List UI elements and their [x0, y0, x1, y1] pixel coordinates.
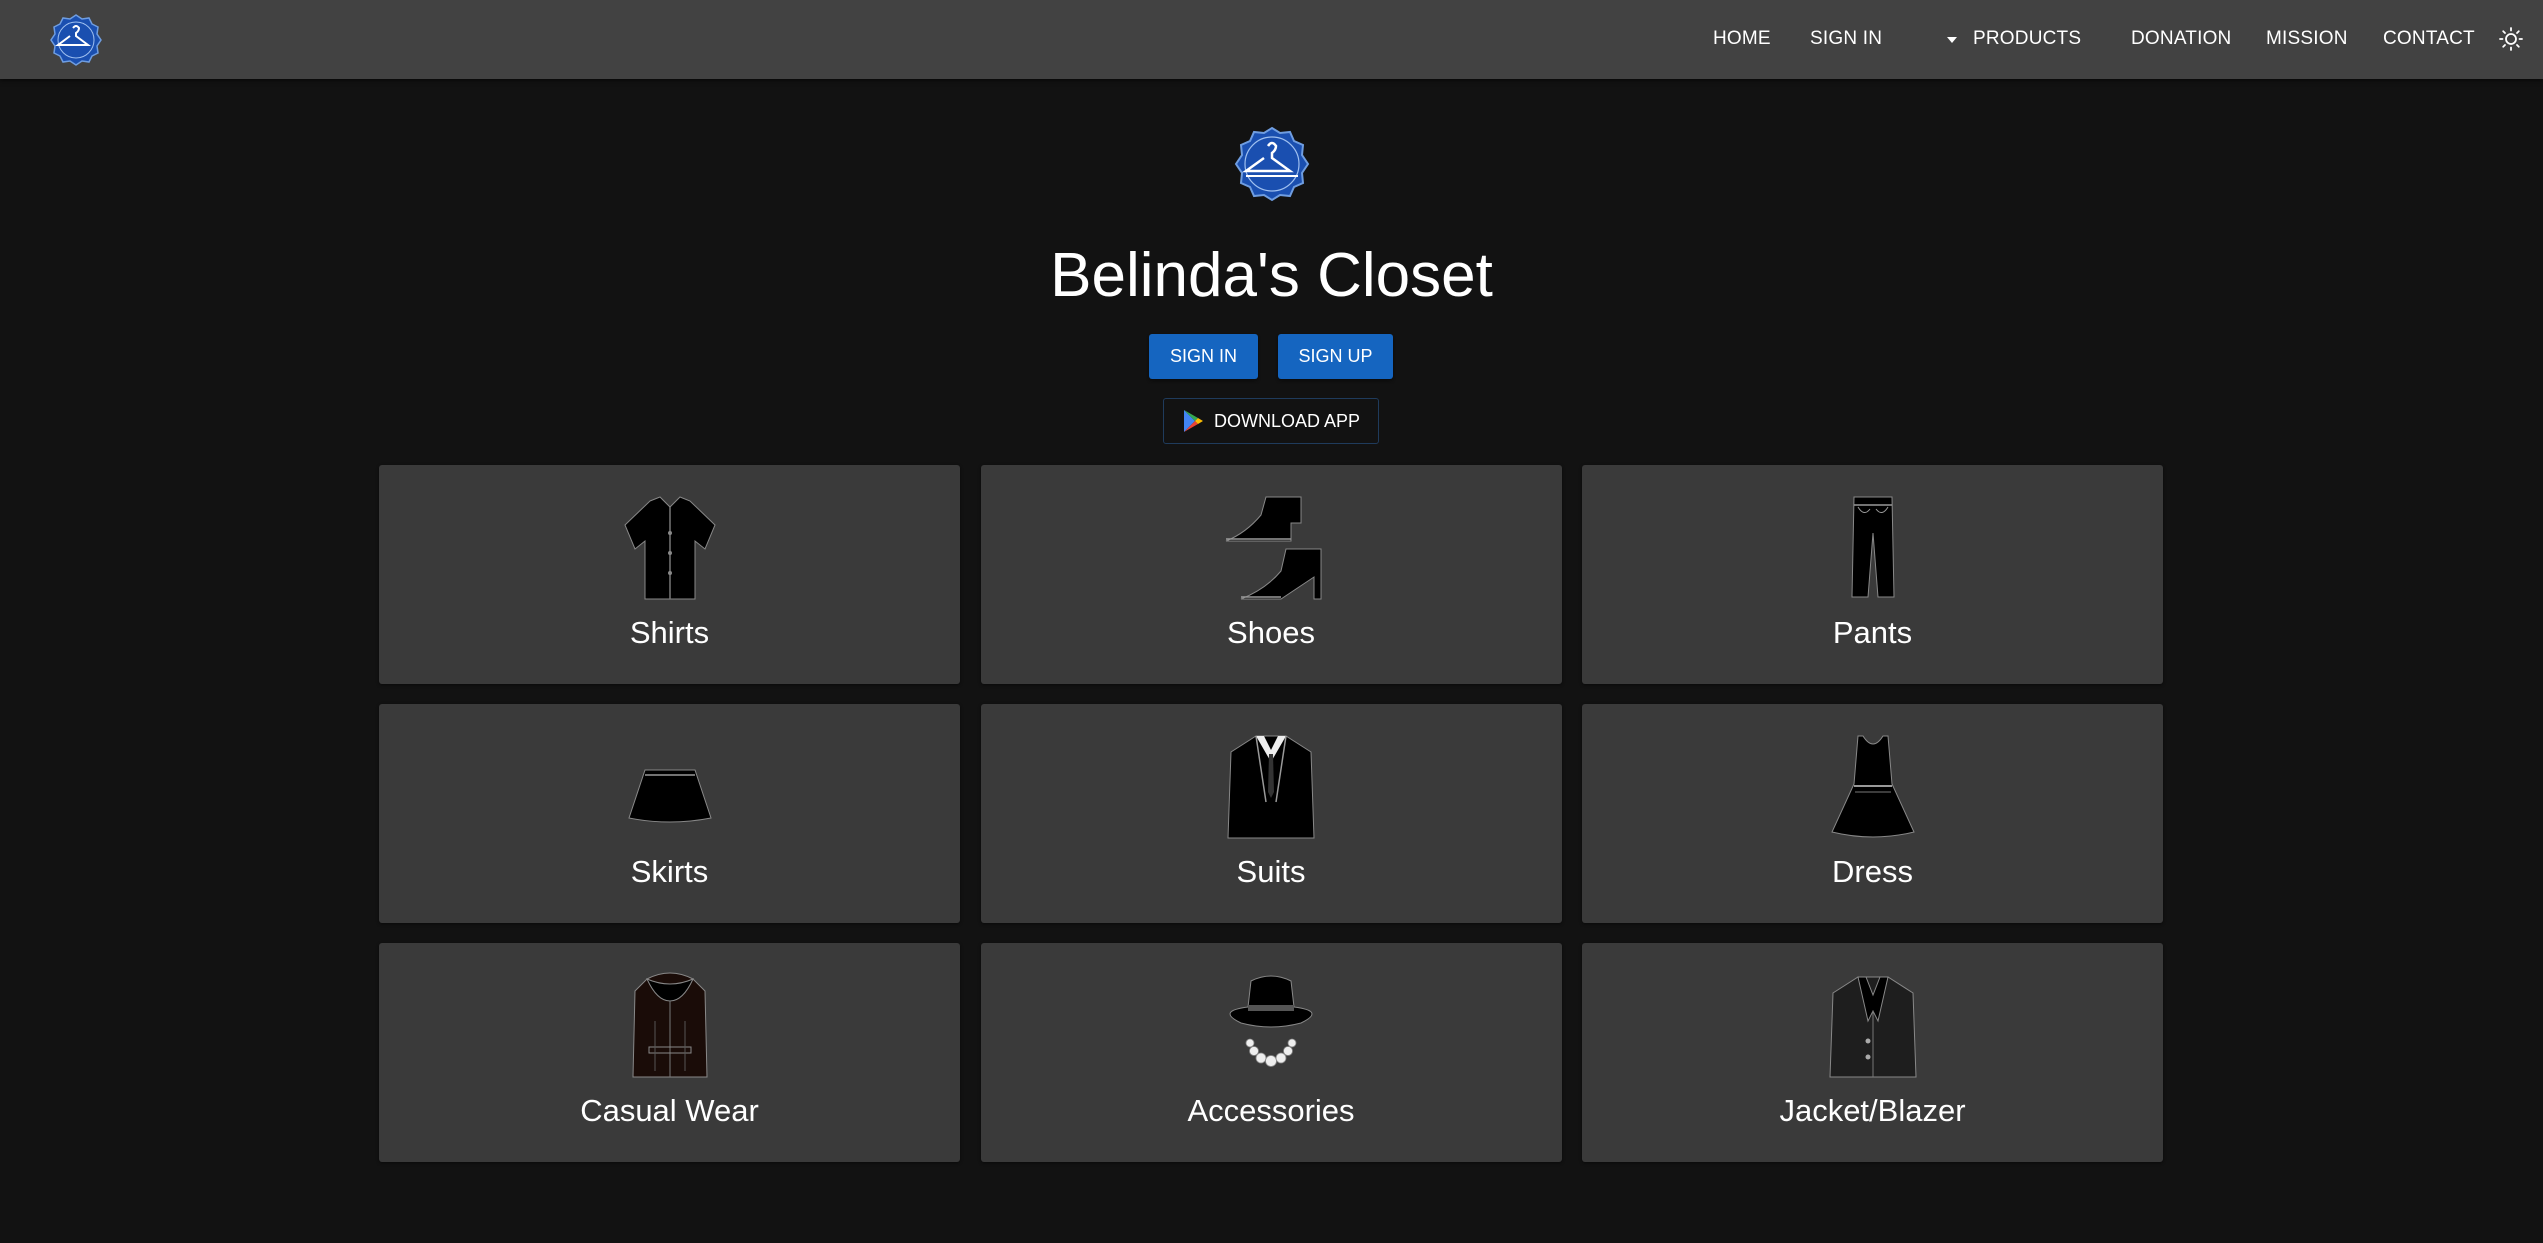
- sun-icon[interactable]: [2498, 26, 2524, 52]
- pants-icon: [1850, 496, 1895, 598]
- jacket-icon: [631, 972, 708, 1078]
- category-label: Shoes: [1227, 615, 1315, 650]
- hanger-logo-icon[interactable]: [48, 12, 104, 68]
- download-app-label: DOWNLOAD APP: [1213, 410, 1361, 431]
- nav-contact-link[interactable]: CONTACT: [2383, 28, 2475, 50]
- sign-up-button[interactable]: SIGN UP: [1278, 334, 1393, 379]
- dress-icon: [1830, 735, 1915, 838]
- suit-icon: [1227, 735, 1315, 839]
- category-label: Skirts: [630, 854, 709, 889]
- nav-donation-link[interactable]: DONATION: [2131, 28, 2231, 50]
- category-label: Accessories: [1187, 1093, 1355, 1128]
- category-card-shirts[interactable]: Shirts: [379, 465, 960, 684]
- download-app-button[interactable]: DOWNLOAD APP: [1163, 398, 1379, 444]
- nav-mission-link[interactable]: MISSION: [2266, 28, 2348, 50]
- blazer-icon: [1828, 976, 1917, 1078]
- google-play-icon: [1183, 410, 1203, 432]
- category-card-skirts[interactable]: Skirts: [379, 704, 960, 923]
- hat-necklace-icon: [1229, 975, 1313, 1067]
- category-label: Pants: [1832, 615, 1913, 650]
- shirt-icon: [623, 496, 716, 600]
- category-grid: Shirts Shoes Pants Skirts Suits Dress Ca…: [379, 465, 2163, 1162]
- page-title: Belinda's Closet: [1050, 241, 1493, 310]
- category-label: Suits: [1236, 854, 1306, 889]
- caret-down-icon: [1947, 37, 1957, 43]
- category-card-casual-wear[interactable]: Casual Wear: [379, 943, 960, 1162]
- skirt-icon: [627, 769, 712, 823]
- sign-in-button[interactable]: SIGN IN: [1149, 334, 1258, 379]
- category-label: Casual Wear: [580, 1093, 759, 1128]
- category-card-pants[interactable]: Pants: [1582, 465, 2163, 684]
- nav-products-label: PRODUCTS: [1973, 28, 2082, 49]
- category-card-accessories[interactable]: Accessories: [980, 943, 1562, 1162]
- category-card-shoes[interactable]: Shoes: [980, 465, 1562, 684]
- nav-home-link[interactable]: HOME: [1713, 28, 1771, 50]
- nav-products-dropdown[interactable]: PRODUCTS: [1947, 28, 2081, 50]
- category-card-jacket-blazer[interactable]: Jacket/Blazer: [1582, 943, 2163, 1162]
- shoes-icon: [1225, 496, 1322, 600]
- top-nav-bar: HOME SIGN IN PRODUCTS DONATION MISSION C…: [0, 0, 2543, 79]
- category-card-dress[interactable]: Dress: [1582, 704, 2163, 923]
- category-label: Shirts: [629, 615, 710, 650]
- category-label: Jacket/Blazer: [1779, 1093, 1966, 1128]
- nav-sign-in-link[interactable]: SIGN IN: [1810, 28, 1882, 50]
- hanger-logo-icon: [1234, 126, 1310, 202]
- category-card-suits[interactable]: Suits: [980, 704, 1562, 923]
- category-label: Dress: [1832, 854, 1913, 889]
